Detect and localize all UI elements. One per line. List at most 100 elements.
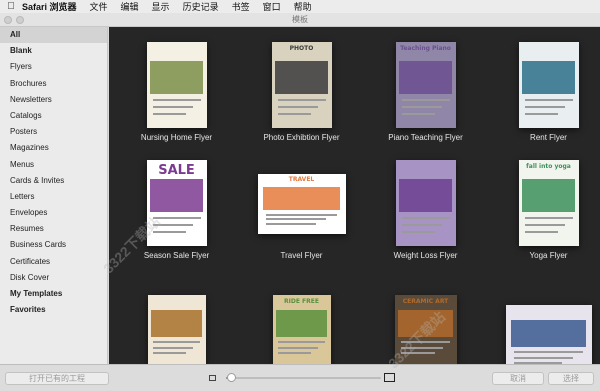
sidebar-item[interactable]: Brochures [0,76,107,92]
sidebar-item[interactable]: Resumes [0,221,107,237]
apple-logo-icon[interactable]:  [0,1,22,12]
thumbnail-text-line [524,98,573,101]
sidebar-item[interactable]: My Templates [0,286,107,302]
sidebar-item[interactable]: Magazines [0,140,107,156]
template-caption: Photo Exhibtion Flyer [263,133,340,142]
sidebar-item[interactable]: Cards & Invites [0,173,107,189]
template-caption: Nursing Home Flyer [140,133,213,142]
thumbnail-text-line [401,223,443,226]
menu-bar:  Safari 浏览器 文件 编辑 显示 历史记录 书签 窗口 帮助 [0,0,600,13]
template-thumbnail[interactable] [395,160,456,246]
thumbnail-text-line [152,98,201,101]
thumbnail-heading: TRAVEL [288,176,315,184]
thumbnail-text-line [153,341,200,344]
thumbnail-text-line [153,352,186,355]
thumbnail-text-line [524,223,566,226]
thumbnail-image-block [399,60,452,94]
thumbnail-image-block [150,310,202,337]
template-thumbnail[interactable] [505,305,592,364]
cancel-button[interactable]: 取消 [492,372,544,385]
sidebar-item[interactable]: Menus [0,157,107,173]
thumbnail-image-block [522,60,575,94]
thumbnail-image-block [150,178,203,212]
thumbnail-heading: SALE [158,163,195,179]
thumbnail-text-line [524,112,559,115]
template-thumbnail[interactable] [147,295,206,364]
template-caption: Yoga Flyer [529,251,568,260]
thumbnail-text-line [152,216,201,219]
menu-file[interactable]: 文件 [90,0,108,13]
thumbnail-text-line [401,216,450,219]
thumbnail-text-line [401,105,443,108]
thumbnail-text-line [277,98,326,101]
sidebar-item[interactable]: Envelopes [0,205,107,221]
menu-app-name[interactable]: Safari 浏览器 [22,0,77,13]
category-sidebar: All Blank Flyers Brochures Newsletters Catalo… [0,27,108,364]
thumbnail-text-line [401,98,450,101]
sidebar-item[interactable]: Flyers [0,59,107,75]
thumbnail-image-block [399,178,452,212]
thumbnail-text-line [278,341,325,344]
sidebar-item[interactable]: Favorites [0,302,107,318]
thumbnail-text-line [278,346,318,349]
zoom-slider-knob[interactable] [226,373,236,382]
menu-help[interactable]: 帮助 [294,0,312,13]
thumbnail-image-block [522,178,575,212]
sidebar-item[interactable]: Catalogs [0,108,107,124]
template-thumbnail[interactable] [518,42,579,128]
sidebar-item[interactable]: Letters [0,189,107,205]
thumbnail-image-block [275,310,327,337]
thumbnail-text-line [401,230,436,233]
thumbnail-heading: CERAMIC ART [402,297,449,305]
sidebar-item[interactable]: Disk Cover [0,270,107,286]
template-thumbnail[interactable]: TRAVEL [257,174,346,234]
thumbnail-text-line [524,216,573,219]
bottom-toolbar: 打开已有的工程 取消 选择 [0,364,600,391]
thumbnail-image-block [150,60,203,94]
thumbnail-text-line [278,352,311,355]
sidebar-item[interactable]: Newsletters [0,92,107,108]
thumbnail-text-line [524,230,559,233]
thumbnail-text-line [514,351,583,354]
menu-window[interactable]: 窗口 [263,0,281,13]
template-thumbnail[interactable]: Teaching Piano [395,42,456,128]
thumbnail-text-line [277,112,312,115]
sidebar-item[interactable]: Blank [0,43,107,59]
thumbnail-text-line [266,218,327,221]
thumbnail-text-line [152,112,187,115]
thumbnail-text-line [277,105,319,108]
thumbnail-text-line [514,356,573,359]
window-titlebar: 模板 [0,13,600,27]
menu-bookmarks[interactable]: 书签 [232,0,250,13]
zoom-slider[interactable] [226,377,381,379]
menu-view[interactable]: 显示 [152,0,170,13]
thumbnail-text-line [152,105,194,108]
open-existing-project-button[interactable]: 打开已有的工程 [5,372,109,385]
template-thumbnail[interactable]: PHOTO [271,42,332,128]
template-gallery: Nursing Home Flyer PHOTO Photo Exhibtion F… [109,27,600,364]
thumbnail-text-line [401,112,436,115]
large-thumbnail-icon [384,373,395,382]
menu-edit[interactable]: 编辑 [121,0,139,13]
thumbnail-text-line [266,213,337,216]
thumbnail-text-line [266,223,316,226]
template-thumbnail[interactable]: RIDE FREE [272,295,331,364]
template-caption: Travel Flyer [280,251,323,260]
thumbnail-text-line [524,105,566,108]
template-thumbnail[interactable]: fall into yoga [518,160,579,246]
template-thumbnail[interactable] [146,42,207,128]
template-caption: Piano Teaching Flyer [388,133,463,142]
sidebar-item[interactable]: Business Cards [0,237,107,253]
thumbnail-image-block [510,320,587,347]
thumbnail-text-line [153,346,193,349]
sidebar-item[interactable]: Certificates [0,254,107,270]
choose-button[interactable]: 选择 [548,372,594,385]
sidebar-item[interactable]: All [0,27,107,44]
thumbnail-heading: PHOTO [289,45,314,53]
thumbnail-heading: RIDE FREE [284,297,319,305]
sidebar-item[interactable]: Posters [0,124,107,140]
thumbnail-image-block [275,60,328,94]
template-caption: Weight Loss Flyer [393,251,458,260]
thumbnail-heading: fall into yoga [526,163,571,171]
menu-history[interactable]: 历史记录 [183,0,219,13]
